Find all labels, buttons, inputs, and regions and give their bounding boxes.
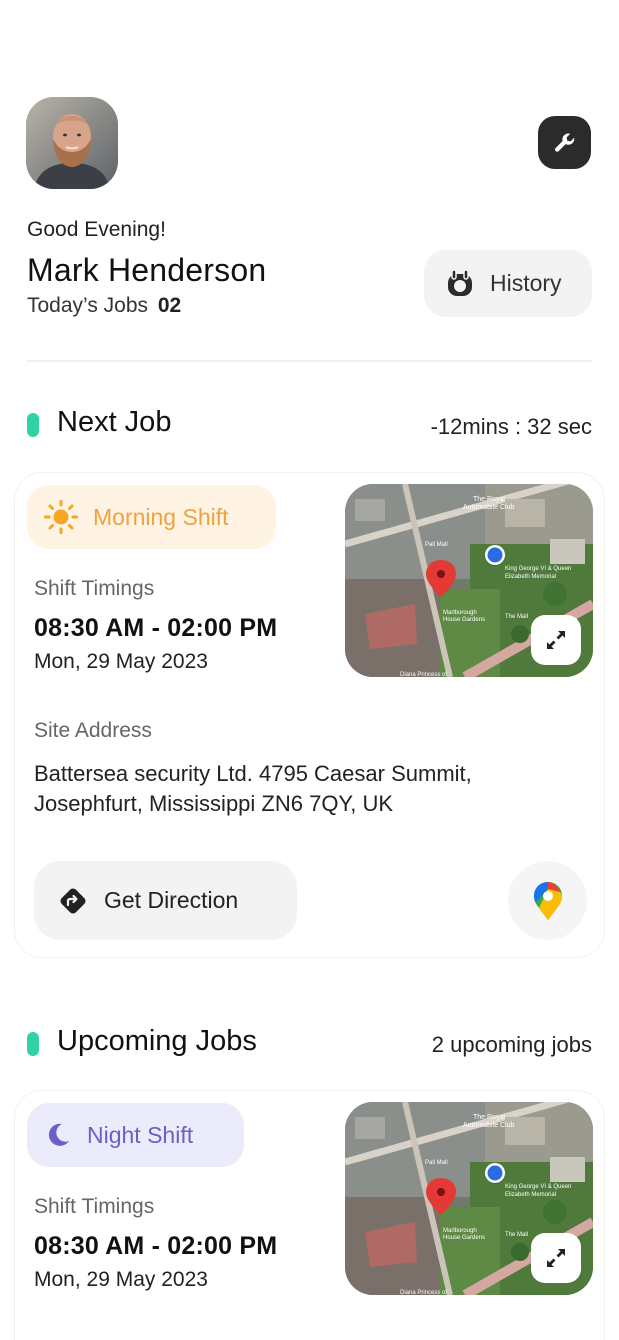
shift-date: Mon, 29 May 2023: [34, 650, 208, 673]
moon-icon: [48, 1123, 69, 1146]
shift-time-range: 08:30 AM - 02:00 PM: [34, 1232, 278, 1260]
todays-jobs-count: 02: [157, 294, 182, 317]
expand-icon: [547, 1249, 565, 1267]
next-job-title: Next Job: [57, 406, 172, 438]
site-address-label: Site Address: [34, 719, 152, 742]
upcoming-jobs-title: Upcoming Jobs: [57, 1025, 257, 1057]
svg-text:The Royal: The Royal: [473, 1114, 505, 1121]
history-label: History: [490, 270, 562, 296]
sun-icon: [44, 500, 78, 534]
shift-timings-label: Shift Timings: [34, 577, 155, 600]
svg-text:The Mall: The Mall: [505, 1232, 528, 1238]
greeting-text: Good Evening!: [27, 218, 166, 241]
svg-text:Automobile Club: Automobile Club: [463, 1122, 514, 1129]
todays-jobs: Today’s Jobs 02: [27, 294, 181, 318]
shift-label: Night Shift: [87, 1121, 194, 1148]
svg-text:The Royal: The Royal: [473, 496, 505, 503]
svg-text:House Gardens: House Gardens: [443, 1235, 485, 1241]
svg-text:Diana Princess of: Diana Princess of: [400, 1290, 447, 1295]
next-job-card[interactable]: Morning Shift Shift Timings 08:30 AM - 0…: [14, 472, 605, 958]
google-maps-icon: [533, 881, 562, 920]
divider: [27, 360, 592, 362]
map-thumbnail[interactable]: The Royal Automobile Club Pall Mall King…: [345, 1102, 593, 1295]
svg-text:Elizabeth Memorial: Elizabeth Memorial: [505, 1192, 556, 1198]
site-address: Battersea security Ltd. 4795 Caesar Summ…: [34, 761, 472, 816]
expand-map-button[interactable]: [531, 615, 581, 665]
settings-button[interactable]: [538, 116, 591, 169]
shift-date: Mon, 29 May 2023: [34, 1268, 208, 1291]
svg-text:Diana Princess of: Diana Princess of: [400, 672, 447, 677]
svg-text:House Gardens: House Gardens: [443, 617, 485, 623]
wrench-icon: [554, 132, 574, 152]
direction-icon: [60, 888, 86, 913]
avatar[interactable]: [26, 97, 118, 189]
expand-icon: [547, 631, 565, 649]
get-direction-label: Get Direction: [104, 887, 239, 913]
shift-time-range: 08:30 AM - 02:00 PM: [34, 614, 278, 642]
svg-text:Pall Mall: Pall Mall: [425, 1160, 448, 1166]
svg-text:Pall Mall: Pall Mall: [425, 542, 448, 548]
upcoming-jobs-count: 2 upcoming jobs: [431, 1032, 592, 1057]
svg-text:The Mall: The Mall: [505, 614, 528, 620]
history-icon: [448, 268, 472, 296]
section-marker: [27, 1032, 39, 1056]
svg-text:Marlborough: Marlborough: [443, 1228, 477, 1234]
google-maps-button[interactable]: [508, 861, 587, 940]
shift-badge-morning: Morning Shift: [27, 485, 276, 549]
shift-label: Morning Shift: [93, 503, 229, 530]
history-button[interactable]: History: [424, 250, 592, 317]
shift-timings-label: Shift Timings: [34, 1195, 155, 1218]
shift-badge-night: Night Shift: [27, 1103, 244, 1167]
section-marker: [27, 413, 39, 437]
map-thumbnail[interactable]: The Royal Automobile Club Pall Mall King…: [345, 484, 593, 677]
svg-text:King George VI & Queen: King George VI & Queen: [505, 1184, 571, 1190]
user-name: Mark Henderson: [27, 252, 267, 288]
countdown-timer: -12mins : 32 sec: [430, 414, 592, 439]
svg-text:King George VI & Queen: King George VI & Queen: [505, 566, 571, 572]
todays-jobs-label: Today’s Jobs: [27, 294, 149, 317]
svg-text:Automobile Club: Automobile Club: [463, 504, 514, 511]
svg-text:Marlborough: Marlborough: [443, 610, 477, 616]
avatar-photo: [26, 97, 118, 189]
get-direction-button[interactable]: Get Direction: [34, 861, 297, 940]
svg-text:Elizabeth Memorial: Elizabeth Memorial: [505, 574, 556, 580]
upcoming-job-card[interactable]: Night Shift Shift Timings 08:30 AM - 02:…: [14, 1090, 605, 1340]
expand-map-button[interactable]: [531, 1233, 581, 1283]
